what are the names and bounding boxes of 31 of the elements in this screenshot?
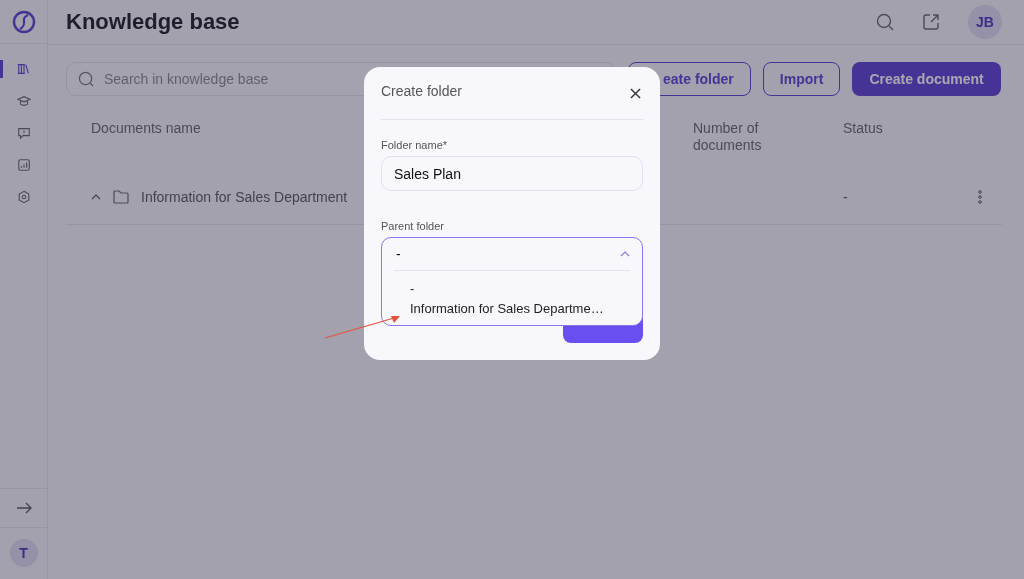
- external-link-icon[interactable]: [922, 13, 940, 31]
- arrow-right-icon[interactable]: [15, 502, 32, 514]
- chevron-up-icon[interactable]: [91, 194, 101, 200]
- field-label: Folder name*: [381, 139, 449, 151]
- page-title: Knowledge base: [66, 9, 240, 35]
- status-cell-text: -: [843, 189, 849, 205]
- column-header: Documents name: [91, 120, 202, 137]
- folder-name[interactable]: Information for Sales Department: [141, 189, 348, 205]
- column-header: Status: [843, 120, 884, 137]
- folder-name-field[interactable]: Sales Plan: [381, 156, 643, 191]
- logo-icon: [11, 9, 36, 34]
- toolbar-button[interactable]: Import: [762, 62, 841, 96]
- user-avatar[interactable]: T: [9, 539, 38, 567]
- dropdown-option[interactable]: -: [410, 279, 630, 299]
- user-avatar[interactable]: JB: [968, 5, 1002, 39]
- chat-bubble-icon: [16, 126, 31, 140]
- column-header: Number of documents: [693, 120, 763, 154]
- dialog-title: Create folder: [381, 83, 462, 99]
- books-icon: [16, 62, 31, 76]
- graduation-cap-icon: [16, 94, 31, 108]
- folder-icon: [113, 190, 129, 204]
- search-icon[interactable]: [876, 13, 894, 31]
- create-document-button[interactable]: Create document: [852, 62, 1001, 96]
- parent-folder-dropdown[interactable]: - - Information for Sales Departme…: [381, 237, 643, 326]
- field-label: Parent folder: [381, 220, 445, 232]
- dropdown-option[interactable]: Information for Sales Departme…: [410, 299, 630, 319]
- close-icon[interactable]: [630, 87, 641, 99]
- chevron-up-icon: [620, 251, 630, 257]
- more-icon[interactable]: [978, 190, 982, 204]
- settings-icon: [16, 190, 31, 204]
- chart-icon: [16, 158, 31, 172]
